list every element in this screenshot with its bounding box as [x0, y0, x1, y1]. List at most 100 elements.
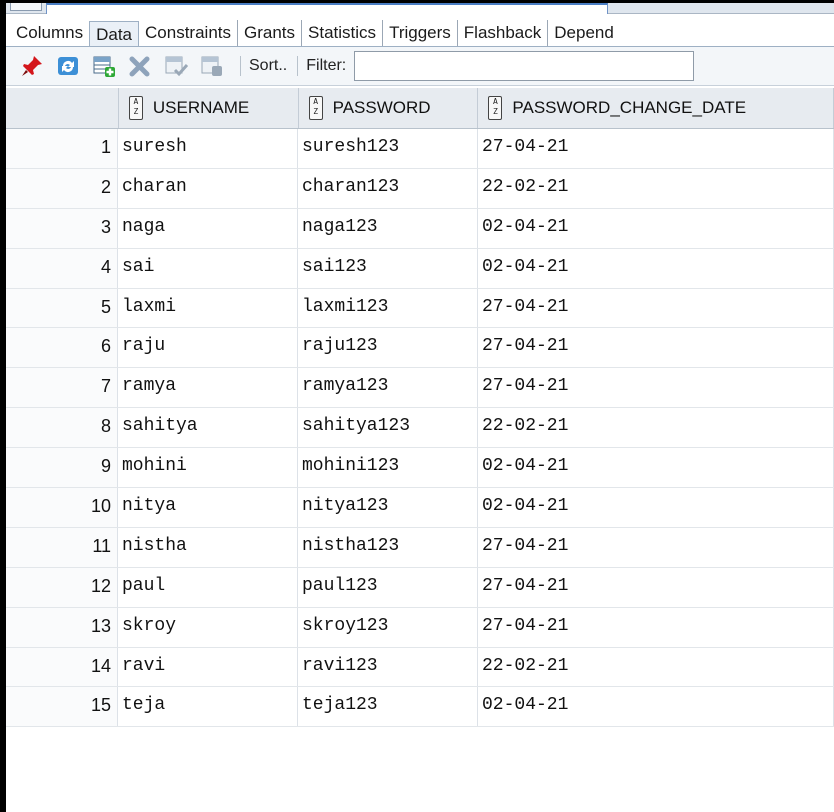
cell-password-change-date[interactable]: 27-04-21 — [478, 567, 834, 607]
sort-az-icon[interactable]: AZ — [128, 96, 143, 120]
cell-password-change-date[interactable]: 22-02-21 — [478, 647, 834, 687]
cell-password-change-date[interactable]: 02-04-21 — [478, 687, 834, 727]
cell-password[interactable]: ravi123 — [298, 647, 478, 687]
filter-label: Filter: — [306, 57, 347, 74]
column-header-username[interactable]: AZ USERNAME — [119, 88, 299, 128]
cell-password[interactable]: sahitya123 — [298, 408, 478, 448]
cell-username[interactable]: suresh — [118, 129, 298, 168]
editor-tab-active[interactable] — [46, 3, 608, 14]
cell-password-change-date[interactable]: 27-04-21 — [478, 368, 834, 408]
table-row[interactable]: 1 suresh suresh123 27-04-21 — [6, 129, 834, 169]
insert-row-icon[interactable] — [92, 54, 116, 78]
cell-password[interactable]: naga123 — [298, 208, 478, 248]
cell-username[interactable]: naga — [118, 208, 298, 248]
table-row[interactable]: 8 sahitya sahitya123 22-02-21 — [6, 408, 834, 449]
table-row[interactable]: 2 charan charan123 22-02-21 — [6, 168, 834, 209]
row-number: 7 — [6, 368, 118, 408]
tab-grants[interactable]: Grants — [237, 20, 301, 46]
sort-az-icon[interactable]: AZ — [308, 96, 323, 120]
pin-icon[interactable] — [20, 54, 44, 78]
cell-password[interactable]: teja123 — [298, 687, 478, 727]
cell-username[interactable]: teja — [118, 687, 298, 727]
cell-password-change-date[interactable]: 02-04-21 — [478, 448, 834, 488]
tab-flashback[interactable]: Flashback — [456, 20, 547, 46]
cell-password-change-date[interactable]: 02-04-21 — [478, 208, 834, 248]
row-number-header — [6, 88, 119, 128]
sort-button[interactable]: Sort.. — [249, 57, 287, 75]
cell-password-change-date[interactable]: 27-04-21 — [478, 527, 834, 567]
cell-username[interactable]: charan — [118, 168, 298, 208]
cell-username[interactable]: paul — [118, 567, 298, 607]
table-row[interactable]: 14 ravi ravi123 22-02-21 — [6, 647, 834, 688]
cell-password[interactable]: suresh123 — [298, 129, 478, 168]
object-subtabs: Columns Data Constraints Grants Statisti… — [6, 14, 834, 47]
row-number: 1 — [6, 129, 118, 168]
cell-password-change-date[interactable]: 27-04-21 — [478, 288, 834, 328]
grid-header: AZ USERNAME AZ PASSWORD AZ PASSWORD_CHAN… — [6, 88, 834, 129]
cell-username[interactable]: raju — [118, 328, 298, 368]
editor-tab-strip — [6, 3, 834, 14]
cell-password[interactable]: skroy123 — [298, 607, 478, 647]
table-row[interactable]: 7 ramya ramya123 27-04-21 — [6, 368, 834, 409]
row-number: 5 — [6, 288, 118, 328]
tab-statistics[interactable]: Statistics — [301, 20, 382, 46]
toolbar-separator — [297, 56, 299, 76]
cell-username[interactable]: sai — [118, 248, 298, 288]
cell-username[interactable]: ravi — [118, 647, 298, 687]
cell-password-change-date[interactable]: 02-04-21 — [478, 488, 834, 527]
cell-password[interactable]: sai123 — [298, 248, 478, 288]
tab-columns[interactable]: Columns — [10, 20, 89, 46]
cell-password[interactable]: nitya123 — [298, 488, 478, 527]
table-row[interactable]: 3 naga naga123 02-04-21 — [6, 208, 834, 249]
cell-password-change-date[interactable]: 02-04-21 — [478, 248, 834, 288]
row-number: 15 — [6, 687, 118, 727]
filter-input[interactable] — [354, 51, 695, 81]
table-row[interactable]: 9 mohini mohini123 02-04-21 — [6, 448, 834, 489]
cell-password-change-date[interactable]: 27-04-21 — [478, 607, 834, 647]
cell-password[interactable]: paul123 — [298, 567, 478, 607]
cell-password[interactable]: laxmi123 — [298, 288, 478, 328]
tab-data[interactable]: Data — [89, 21, 140, 46]
cell-username[interactable]: nitya — [118, 488, 298, 527]
table-row[interactable]: 4 sai sai123 02-04-21 — [6, 248, 834, 289]
grid-body: 1 suresh suresh123 27-04-21 2 charan charan123… — [6, 129, 834, 728]
cell-password[interactable]: raju123 — [298, 328, 478, 368]
table-row[interactable]: 11 nistha nistha123 27-04-21 — [6, 527, 834, 568]
cell-password-change-date[interactable]: 22-02-21 — [478, 408, 834, 448]
table-row[interactable]: 13 skroy skroy123 27-04-21 — [6, 607, 834, 648]
row-number: 4 — [6, 248, 118, 288]
cell-username[interactable]: skroy — [118, 607, 298, 647]
cell-username[interactable]: laxmi — [118, 288, 298, 328]
cell-password[interactable]: charan123 — [298, 168, 478, 208]
table-row[interactable]: 10 nitya nitya123 02-04-21 — [6, 488, 834, 528]
cell-username[interactable]: ramya — [118, 368, 298, 408]
cell-password[interactable]: nistha123 — [298, 527, 478, 567]
cell-username[interactable]: sahitya — [118, 408, 298, 448]
tab-constraints[interactable]: Constraints — [139, 20, 237, 46]
cell-password-change-date[interactable]: 27-04-21 — [478, 328, 834, 368]
column-header-password[interactable]: AZ PASSWORD — [299, 88, 479, 128]
tab-dependencies[interactable]: Depend — [547, 20, 620, 46]
cell-username[interactable]: nistha — [118, 527, 298, 567]
cell-password[interactable]: ramya123 — [298, 368, 478, 408]
delete-row-icon[interactable] — [128, 54, 152, 78]
row-number: 13 — [6, 607, 118, 647]
sort-az-icon[interactable]: AZ — [488, 96, 503, 120]
tab-triggers[interactable]: Triggers — [382, 20, 457, 46]
data-toolbar: Sort.. Filter: — [6, 47, 834, 86]
commit-icon[interactable] — [164, 54, 188, 78]
column-header-password-change-date[interactable]: AZ PASSWORD_CHANGE_DATE — [478, 88, 834, 128]
column-header-label: PASSWORD_CHANGE_DATE — [512, 98, 747, 117]
cell-password-change-date[interactable]: 27-04-21 — [478, 129, 834, 168]
refresh-icon[interactable] — [56, 54, 80, 78]
table-row[interactable]: 15 teja teja123 02-04-21 — [6, 687, 834, 728]
editor-tab[interactable] — [10, 3, 42, 11]
cell-username[interactable]: mohini — [118, 448, 298, 488]
table-row[interactable]: 6 raju raju123 27-04-21 — [6, 328, 834, 369]
table-row[interactable]: 5 laxmi laxmi123 27-04-21 — [6, 288, 834, 329]
cell-password-change-date[interactable]: 22-02-21 — [478, 168, 834, 208]
rollback-icon[interactable] — [200, 54, 224, 78]
cell-password[interactable]: mohini123 — [298, 448, 478, 488]
table-row[interactable]: 12 paul paul123 27-04-21 — [6, 567, 834, 608]
row-number: 14 — [6, 647, 118, 687]
